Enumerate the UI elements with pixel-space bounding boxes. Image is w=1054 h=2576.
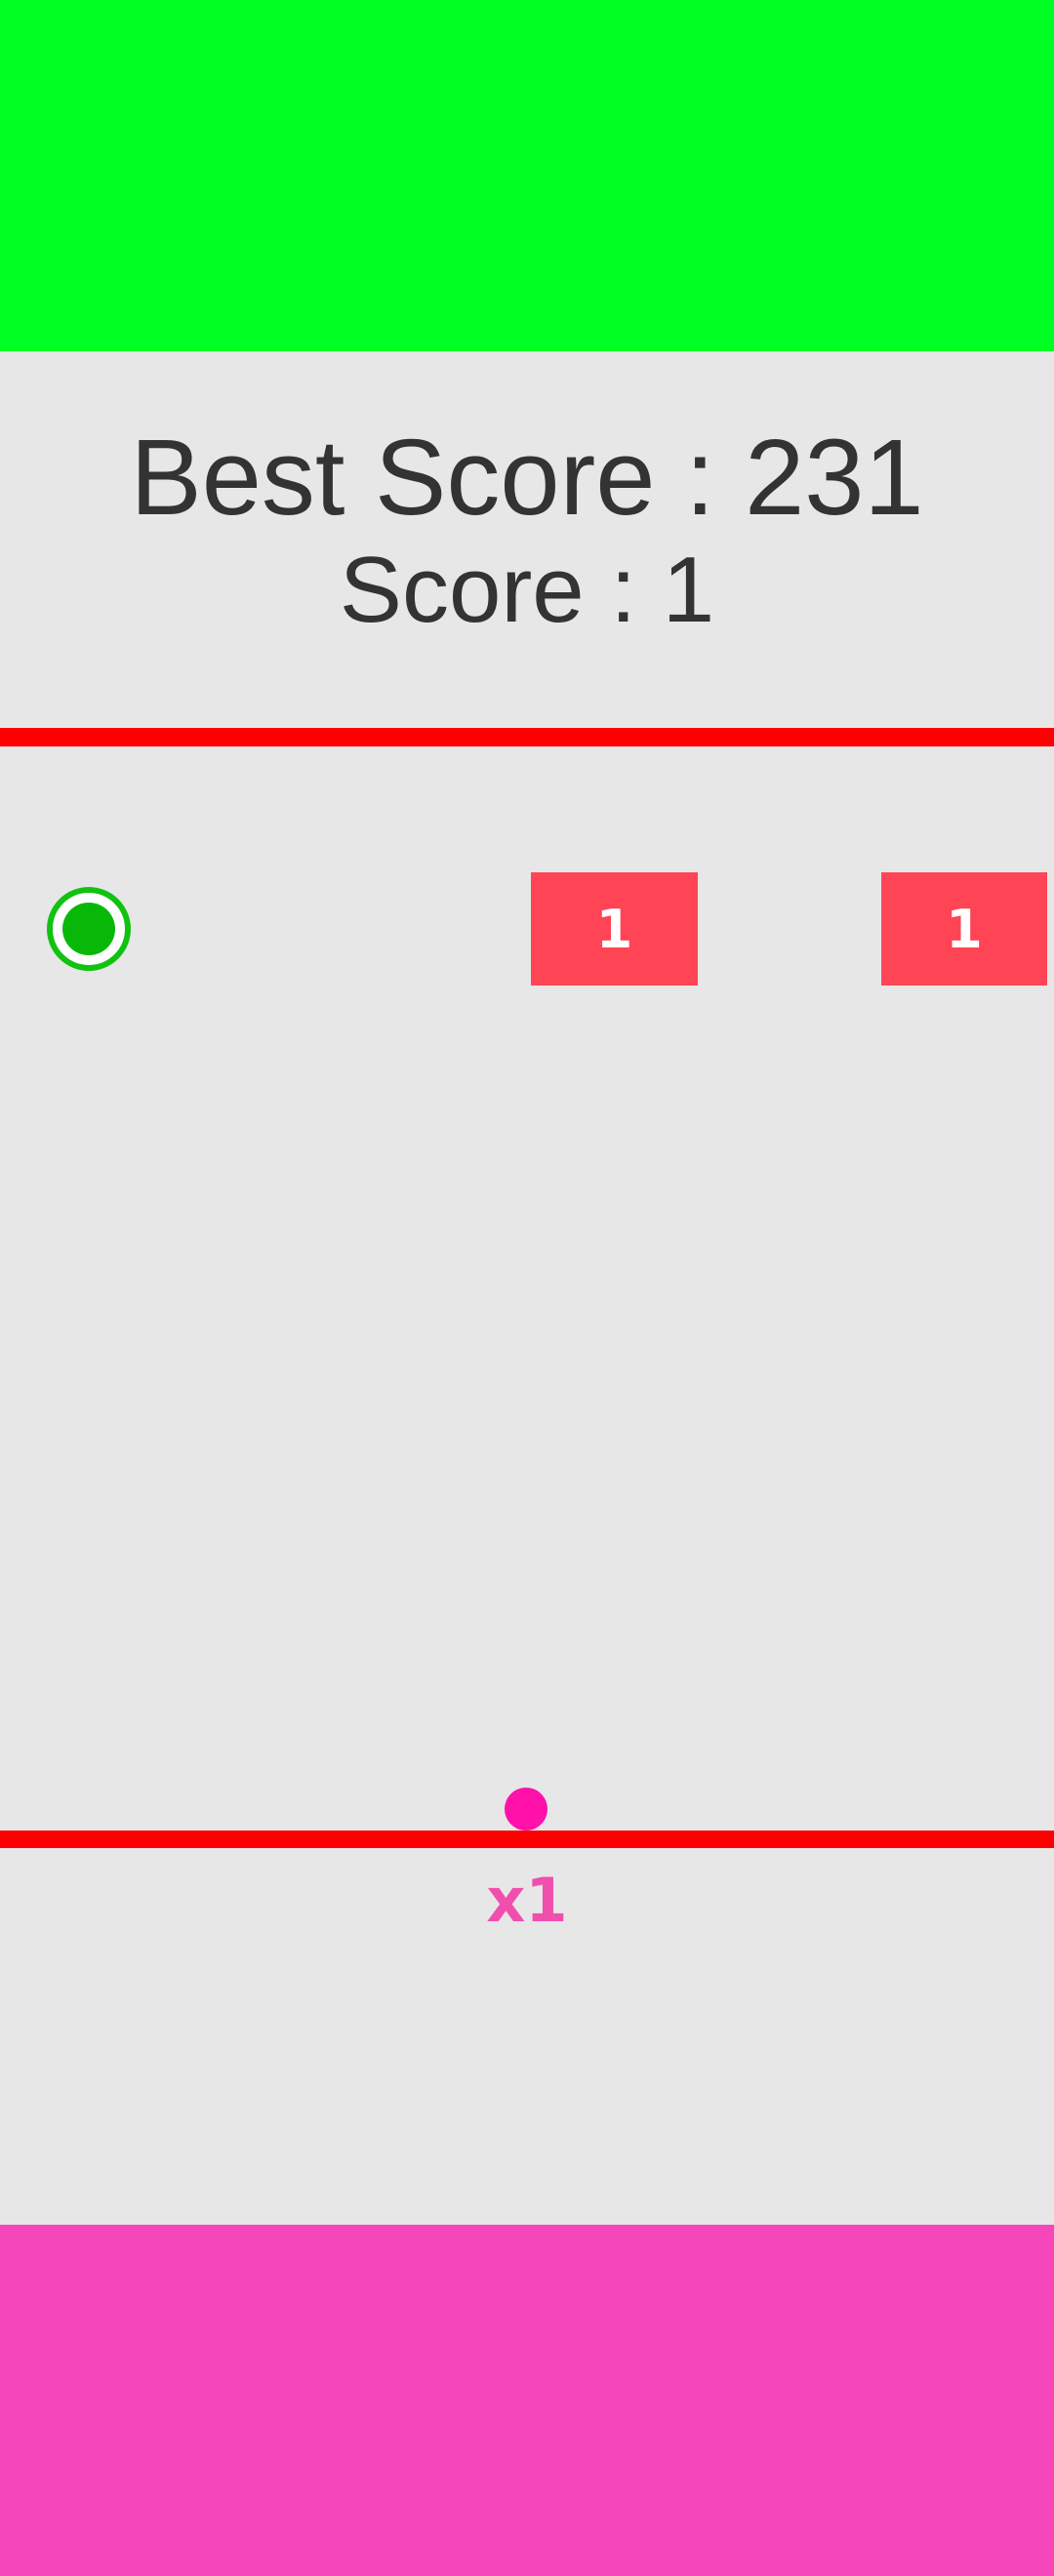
ring-core [62, 903, 115, 955]
brick-block: 1 [531, 872, 698, 986]
bottom-ad-banner [0, 2225, 1054, 2576]
brick-block: 1 [881, 872, 1047, 986]
bottom-boundary-line [0, 1831, 1054, 1848]
top-boundary-line [0, 728, 1054, 746]
player-ball[interactable] [505, 1788, 547, 1831]
top-ad-banner [0, 0, 1054, 351]
current-score-label: Score : 1 [339, 538, 715, 642]
ball-count-multiplier: x1 [486, 1865, 568, 1936]
best-score-label: Best Score : 231 [130, 418, 924, 538]
extra-ball-ring-icon [47, 887, 131, 971]
